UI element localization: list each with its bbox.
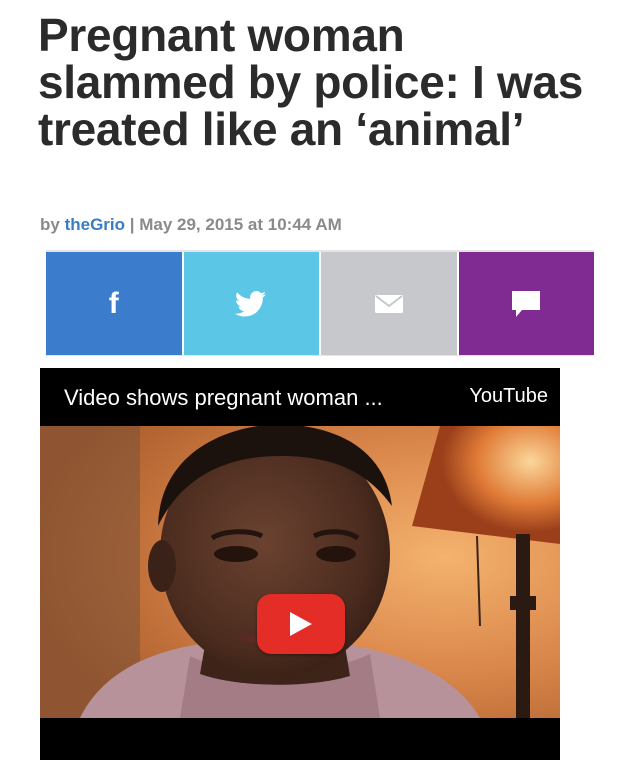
play-icon xyxy=(290,612,312,636)
author-link[interactable]: theGrio xyxy=(65,215,125,234)
byline-separator: | xyxy=(125,215,140,234)
facebook-icon: f xyxy=(108,286,119,320)
video-title[interactable]: Video shows pregnant woman ... xyxy=(64,385,383,411)
article-headline: Pregnant woman slammed by police: I was … xyxy=(38,9,584,155)
video-thumbnail[interactable] xyxy=(40,426,560,718)
comment-bubble-icon xyxy=(512,290,541,317)
comments-button[interactable] xyxy=(458,252,594,355)
share-bar: f xyxy=(46,250,594,356)
video-thumbnail-image xyxy=(40,426,560,718)
video-bottom-bar xyxy=(40,718,560,760)
publish-date: May 29, 2015 at 10:44 AM xyxy=(139,215,342,234)
twitter-share-button[interactable] xyxy=(183,252,319,355)
email-share-button[interactable] xyxy=(321,252,457,355)
play-button[interactable] xyxy=(257,594,345,654)
facebook-share-button[interactable]: f xyxy=(46,252,182,355)
byline-prefix: by xyxy=(40,215,65,234)
byline: by theGrio | May 29, 2015 at 10:44 AM xyxy=(40,215,342,235)
twitter-bird-icon xyxy=(235,290,267,316)
youtube-label[interactable]: YouTube xyxy=(469,385,548,408)
envelope-icon xyxy=(374,294,403,313)
video-title-bar: Video shows pregnant woman ... YouTube xyxy=(40,368,560,426)
video-embed[interactable]: Video shows pregnant woman ... YouTube xyxy=(40,368,560,760)
